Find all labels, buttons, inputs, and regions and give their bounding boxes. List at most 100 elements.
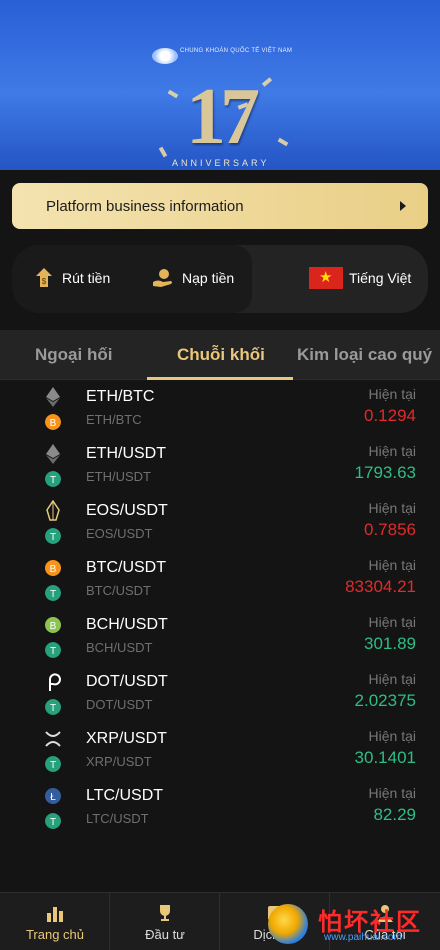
tab-blockchain[interactable]: Chuỗi khối [177, 345, 265, 365]
current-price: 0.1294 [364, 406, 416, 425]
pair-name: DOT/USDT [86, 673, 168, 690]
market-row-eth-btc[interactable]: B ETH/BTC ETH/BTC Hiện tại 0.1294 [0, 380, 440, 437]
withdraw-icon: $ [36, 268, 52, 287]
language-selector[interactable]: Tiếng Việt [309, 267, 411, 289]
nav-home-label: Trang chủ [25, 927, 85, 942]
market-row-eos-usdt[interactable]: T EOS/USDT EOS/USDT Hiện tại 0.7856 [0, 494, 440, 551]
pair-name: BCH/USDT [86, 616, 168, 633]
current-price-label: Hiện tại [368, 443, 416, 459]
platform-info-label: Platform business information [46, 197, 244, 215]
watermark: 怕坏社区 www.paihuai.com [268, 900, 440, 950]
deposit-label: Nạp tiền [182, 270, 235, 286]
pair-subtitle: EOS/USDT [86, 526, 153, 541]
current-price: 2.02375 [354, 691, 416, 710]
confetti-decoration [277, 137, 289, 147]
svg-text:Ł: Ł [50, 792, 56, 803]
tether-icon: T [45, 471, 61, 487]
chevron-right-icon [400, 201, 406, 211]
pair-name: EOS/USDT [86, 502, 168, 519]
withdraw-button[interactable]: $ Rút tiền [34, 267, 110, 289]
pair-name: BTC/USDT [86, 559, 166, 576]
svg-text:B: B [50, 564, 57, 575]
current-price: 0.7856 [364, 520, 416, 539]
market-row-bch-usdt[interactable]: B T BCH/USDT BCH/USDT Hiện tại 301.89 [0, 608, 440, 665]
svg-text:T: T [50, 532, 56, 543]
tether-icon: T [45, 699, 61, 715]
current-price: 82.29 [373, 805, 416, 824]
current-price-label: Hiện tại [368, 386, 416, 402]
watermark-url: www.paihuai.com [324, 932, 402, 943]
tab-precious-metals[interactable]: Kim loại cao quý [297, 345, 432, 365]
anniversary-banner[interactable]: CHUNG KHOÁN QUỐC TẾ VIỆT NAM 17 ANNIVERS… [0, 0, 440, 170]
svg-text:T: T [50, 760, 56, 771]
pair-name: LTC/USDT [86, 787, 164, 804]
current-price-label: Hiện tại [368, 500, 416, 516]
brand-logo-text: CHUNG KHOÁN QUỐC TẾ VIỆT NAM [180, 48, 293, 54]
market-row-xrp-usdt[interactable]: T XRP/USDT XRP/USDT Hiện tại 30.1401 [0, 722, 440, 779]
ethereum-icon [46, 387, 60, 407]
confetti-decoration [261, 77, 273, 87]
market-list: B ETH/BTC ETH/BTC Hiện tại 0.1294 T ETH/… [0, 380, 440, 840]
anniversary-label: ANNIVERSARY [172, 158, 270, 168]
pair-subtitle: LTC/USDT [86, 811, 149, 826]
vietnam-flag-icon [309, 267, 343, 289]
current-price-label: Hiện tại [368, 728, 416, 744]
nav-invest-label: Đầu tư [145, 927, 185, 942]
quick-actions: $ Rút tiền Nạp tiền Tiếng Việt [12, 245, 428, 313]
xrp-icon [45, 731, 61, 747]
svg-text:T: T [50, 475, 56, 486]
polkadot-icon [49, 673, 61, 691]
confetti-decoration [158, 146, 168, 158]
current-price: 1793.63 [354, 463, 416, 482]
svg-text:T: T [50, 589, 56, 600]
pair-name: XRP/USDT [86, 730, 167, 747]
pair-subtitle: ETH/BTC [86, 412, 142, 427]
svg-text:T: T [50, 646, 56, 657]
tab-forex[interactable]: Ngoại hối [35, 345, 112, 365]
bitcoin-icon: B [45, 414, 61, 430]
pair-subtitle: DOT/USDT [86, 697, 153, 712]
svg-text:T: T [50, 703, 56, 714]
pair-name: ETH/BTC [86, 388, 155, 405]
market-row-dot-usdt[interactable]: T DOT/USDT DOT/USDT Hiện tại 2.02375 [0, 665, 440, 722]
pair-subtitle: XRP/USDT [86, 754, 152, 769]
language-label: Tiếng Việt [349, 270, 412, 286]
platform-info-bar[interactable]: Platform business information [12, 183, 428, 229]
tether-icon: T [45, 528, 61, 544]
withdraw-label: Rút tiền [62, 270, 111, 286]
tether-icon: T [45, 585, 61, 601]
market-row-eth-usdt[interactable]: T ETH/USDT ETH/USDT Hiện tại 1793.63 [0, 437, 440, 494]
current-price-label: Hiện tại [368, 557, 416, 573]
pair-name: ETH/USDT [86, 445, 166, 462]
bar-chart-icon [47, 907, 63, 922]
tether-icon: T [45, 642, 61, 658]
market-row-ltc-usdt[interactable]: Ł T LTC/USDT LTC/USDT Hiện tại 82.29 [0, 779, 440, 836]
deposit-button[interactable]: Nạp tiền [152, 267, 234, 289]
current-price-label: Hiện tại [368, 785, 416, 801]
brand-logo-icon [152, 48, 178, 64]
svg-text:B: B [50, 621, 57, 632]
watermark-logo-icon [268, 904, 308, 944]
anniversary-number: 17 [186, 73, 260, 161]
market-tabs: Ngoại hối Chuỗi khối Kim loại cao quý [0, 330, 440, 380]
deposit-icon [153, 269, 172, 287]
tether-icon: T [45, 756, 61, 772]
confetti-decoration [167, 89, 179, 99]
bitcoin-icon: B [45, 560, 61, 576]
svg-text:T: T [50, 817, 56, 828]
trophy-icon [160, 905, 170, 921]
current-price: 83304.21 [345, 577, 416, 596]
pair-subtitle: ETH/USDT [86, 469, 151, 484]
svg-text:B: B [50, 418, 57, 429]
current-price: 30.1401 [354, 748, 416, 767]
nav-invest[interactable]: Đầu tư [110, 893, 220, 950]
bitcoin-cash-icon: B [45, 617, 61, 633]
litecoin-icon: Ł [45, 788, 61, 804]
ethereum-icon [46, 444, 60, 464]
tether-icon: T [45, 813, 61, 829]
nav-home[interactable]: Trang chủ [0, 893, 110, 950]
current-price-label: Hiện tại [368, 671, 416, 687]
current-price: 301.89 [364, 634, 416, 653]
market-row-btc-usdt[interactable]: B T BTC/USDT BTC/USDT Hiện tại 83304.21 [0, 551, 440, 608]
pair-subtitle: BCH/USDT [86, 640, 153, 655]
